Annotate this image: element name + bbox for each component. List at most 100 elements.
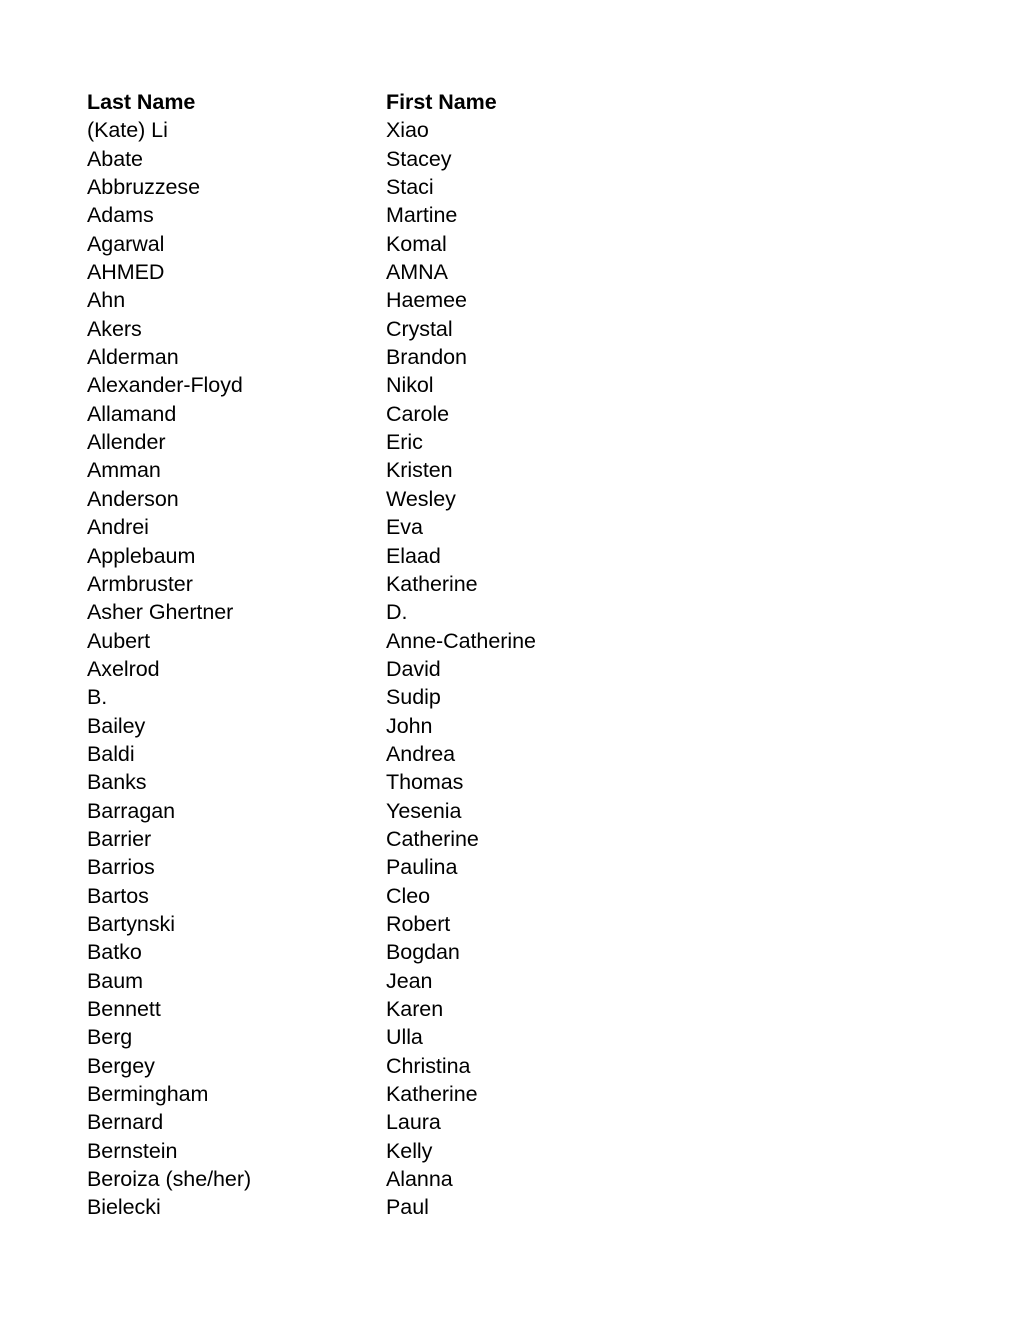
table-row: Batko Bogdan	[87, 938, 726, 966]
table-row: Bailey John	[87, 712, 726, 740]
cell-first-name: Robert	[386, 911, 451, 936]
table-row: Armbruster Katherine	[87, 570, 726, 598]
name-roster-table: Last Name First Name (Kate) Li Xiao Abate S…	[87, 88, 726, 1222]
cell-last-name: Andrei	[87, 515, 149, 540]
table-row: Andrei Eva	[87, 513, 726, 541]
table-row: Asher Ghertner D.	[87, 598, 726, 626]
cell-last-name: Akers	[87, 316, 142, 341]
cell-first-name: Karen	[386, 997, 444, 1021]
cell-first-name: Katherine	[386, 571, 478, 596]
table-row: Adams Martine	[87, 201, 726, 229]
cell-first-name: Elaad	[386, 543, 441, 568]
table-row: Bartos Cleo	[87, 882, 726, 910]
cell-last-name: Allamand	[87, 401, 177, 426]
cell-last-name: Barragan	[87, 798, 176, 823]
cell-first-name: Wesley	[386, 486, 456, 511]
table-row: Bermingham Katherine	[87, 1080, 726, 1108]
cell-first-name: Komal	[386, 231, 447, 256]
cell-last-name: Bernard	[87, 1110, 164, 1135]
cell-first-name: Kelly	[386, 1138, 433, 1163]
cell-last-name: Alexander-Floyd	[87, 373, 243, 398]
cell-first-name: Yesenia	[386, 798, 462, 823]
cell-last-name: Agarwal	[87, 231, 165, 256]
cell-first-name: Ulla	[386, 1025, 423, 1050]
cell-first-name: Staci	[386, 175, 434, 200]
table-row: Banks Thomas	[87, 768, 726, 796]
cell-last-name: Bartynski	[87, 911, 175, 936]
cell-first-name: Eva	[386, 515, 423, 540]
cell-last-name: AHMED	[87, 260, 165, 285]
table-header-row: Last Name First Name	[87, 88, 726, 116]
cell-last-name: Bennett	[87, 997, 161, 1021]
cell-last-name: Bermingham	[87, 1082, 209, 1107]
cell-first-name: AMNA	[386, 260, 448, 285]
cell-last-name: Aubert	[87, 628, 151, 653]
table-row: Bernstein Kelly	[87, 1137, 726, 1165]
cell-first-name: Alanna	[386, 1167, 453, 1192]
cell-last-name: Amman	[87, 458, 161, 483]
cell-first-name: Crystal	[386, 316, 453, 341]
column-header-first-name: First Name	[386, 90, 497, 114]
table-row: Allamand Carole	[87, 400, 726, 428]
table-row: Baum Jean	[87, 967, 726, 995]
cell-last-name: Adams	[87, 203, 154, 228]
cell-last-name: (Kate) Li	[87, 118, 168, 143]
table-row: (Kate) Li Xiao	[87, 116, 726, 144]
cell-first-name: Haemee	[386, 288, 467, 313]
table-row: Barrios Paulina	[87, 853, 726, 881]
cell-last-name: Banks	[87, 770, 147, 795]
cell-last-name: Baldi	[87, 741, 135, 766]
cell-last-name: Armbruster	[87, 571, 193, 596]
cell-first-name: Paulina	[386, 855, 458, 880]
cell-last-name: Axelrod	[87, 656, 160, 681]
table-row: Bernard Laura	[87, 1108, 726, 1136]
cell-first-name: Martine	[386, 203, 458, 228]
table-row: Barragan Yesenia	[87, 797, 726, 825]
cell-last-name: Barrier	[87, 826, 152, 851]
cell-last-name: Abate	[87, 146, 143, 171]
table-row: Aubert Anne-Catherine	[87, 627, 726, 655]
table-row: Baldi Andrea	[87, 740, 726, 768]
table-row: Abate Stacey	[87, 145, 726, 173]
table-row: Abbruzzese Staci	[87, 173, 726, 201]
cell-last-name: Bielecki	[87, 1195, 161, 1220]
cell-first-name: Andrea	[386, 741, 456, 766]
cell-last-name: Allender	[87, 430, 166, 455]
table-row: Bielecki Paul	[87, 1193, 726, 1221]
table-row: Barrier Catherine	[87, 825, 726, 853]
cell-first-name: Catherine	[386, 826, 479, 851]
table-header: Last Name First Name	[87, 88, 726, 116]
cell-first-name: Christina	[386, 1053, 471, 1078]
cell-last-name: Baum	[87, 968, 143, 993]
cell-first-name: D.	[386, 600, 408, 625]
cell-last-name: Ahn	[87, 288, 126, 313]
cell-last-name: Bergey	[87, 1053, 155, 1078]
cell-last-name: Applebaum	[87, 543, 196, 568]
cell-last-name: Asher Ghertner	[87, 600, 234, 625]
table-row: Alexander-Floyd Nikol	[87, 371, 726, 399]
cell-first-name: Paul	[386, 1195, 429, 1220]
cell-last-name: Berg	[87, 1025, 133, 1050]
cell-last-name: Barrios	[87, 855, 155, 880]
cell-first-name: Brandon	[386, 345, 467, 370]
cell-first-name: David	[386, 656, 441, 681]
cell-first-name: Carole	[386, 401, 450, 426]
cell-first-name: Eric	[386, 430, 423, 455]
table-row: Berg Ulla	[87, 1023, 726, 1051]
cell-last-name: B.	[87, 685, 108, 710]
table-row: Bennett Karen	[87, 995, 726, 1023]
cell-first-name: Thomas	[386, 770, 464, 795]
table-row: Alderman Brandon	[87, 343, 726, 371]
cell-first-name: Xiao	[386, 118, 429, 143]
cell-first-name: Kristen	[386, 458, 453, 483]
column-header-last-name: Last Name	[87, 90, 196, 114]
cell-first-name: Sudip	[386, 685, 441, 710]
table-row: Beroiza (she/her) Alanna	[87, 1165, 726, 1193]
cell-first-name: Laura	[386, 1110, 441, 1135]
cell-first-name: Bogdan	[386, 940, 460, 965]
table-row: Anderson Wesley	[87, 485, 726, 513]
document-page: Last Name First Name (Kate) Li Xiao Abate S…	[0, 0, 1020, 1320]
table-row: Bartynski Robert	[87, 910, 726, 938]
cell-last-name: Alderman	[87, 345, 179, 370]
table-row: Agarwal Komal	[87, 230, 726, 258]
